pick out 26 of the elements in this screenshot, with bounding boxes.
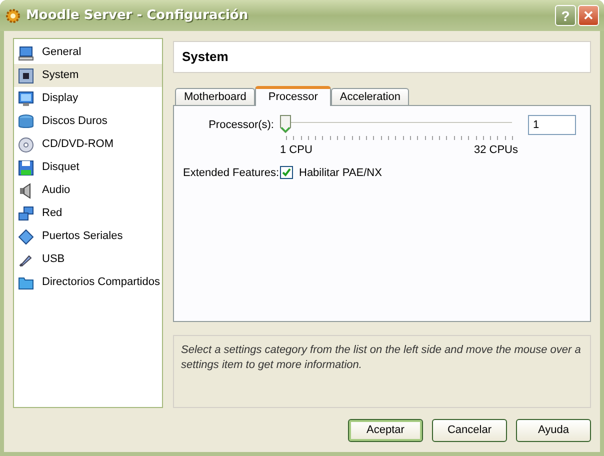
- sidebar-item[interactable]: USB: [14, 248, 162, 271]
- field-label: Processor(s):: [208, 118, 275, 133]
- sidebar-item[interactable]: CD/DVD-ROM: [14, 133, 162, 156]
- tab[interactable]: Motherboard: [175, 88, 256, 105]
- sidebar-item[interactable]: Display: [14, 87, 162, 110]
- sidebar-item[interactable]: Red: [14, 202, 162, 225]
- sidebar-item[interactable]: Audio: [14, 179, 162, 202]
- window-title: Moodle Server - Configuración: [26, 6, 248, 25]
- sidebar-item[interactable]: Puertos Seriales: [14, 225, 162, 248]
- tab[interactable]: Acceleration: [330, 88, 410, 105]
- processor-input[interactable]: 1: [528, 115, 576, 135]
- checkbox-label[interactable]: Habilitar PAE/NX: [299, 164, 382, 181]
- description-text: Select a settings category from the list on the left side and move the mouse over a settings item to get more information.: [181, 343, 582, 373]
- page-title: System: [182, 48, 228, 66]
- dialog-button[interactable]: Ayuda: [516, 419, 591, 442]
- dialog-button[interactable]: Cancelar: [432, 419, 507, 442]
- dialog-button[interactable]: Aceptar: [348, 419, 423, 442]
- sidebar-item[interactable]: Discos Duros: [14, 110, 162, 133]
- tab[interactable]: Processor: [255, 86, 331, 106]
- sidebar-item[interactable]: Directorios Compartidos: [14, 271, 162, 294]
- field-label: Extended Features:: [183, 166, 280, 180]
- sidebar-item[interactable]: General: [14, 41, 162, 64]
- sidebar-item[interactable]: Disquet: [14, 156, 162, 179]
- sidebar-item[interactable]: System: [14, 64, 162, 87]
- max-label: 32 CPUs: [474, 143, 518, 158]
- min-label: 1 CPU: [280, 143, 312, 158]
